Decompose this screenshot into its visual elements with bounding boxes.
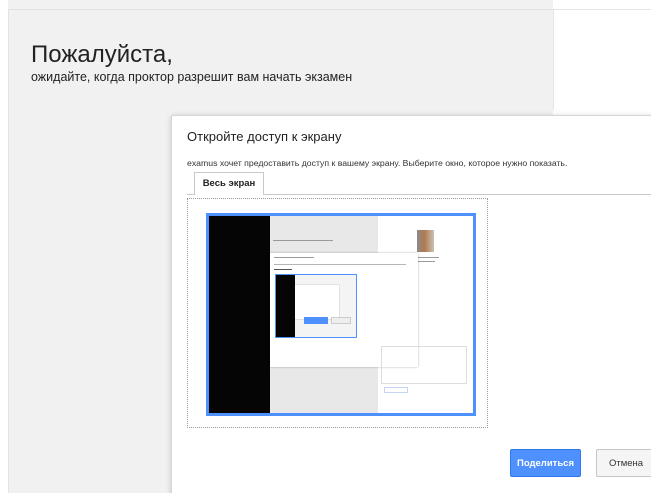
tab-entire-screen[interactable]: Весь экран <box>194 172 264 195</box>
thumbnail-dialog-title-line <box>274 257 314 258</box>
left-border <box>8 9 9 493</box>
thumbnail-text-line <box>273 240 333 241</box>
thumbnail-black-area <box>209 216 270 413</box>
share-button[interactable]: Поделиться <box>510 449 581 477</box>
screen: Пожалуйста, ожидайте, когда проктор разр… <box>0 0 651 493</box>
thumbnail-nested-preview <box>275 274 357 338</box>
page-subtitle: ожидайте, когда проктор разрешит вам нач… <box>31 70 353 84</box>
panel-divider <box>553 10 554 110</box>
thumbnail-box <box>381 346 467 384</box>
thumbnail-cancel-button <box>331 317 351 324</box>
page-title: Пожалуйста, <box>31 41 173 68</box>
top-border <box>8 9 651 10</box>
thumbnail-link <box>384 387 408 393</box>
nested-black-area <box>276 275 295 337</box>
screen-thumbnail[interactable] <box>206 213 476 416</box>
dialog-description: examus хочет предоставить доступ к вашем… <box>187 158 568 168</box>
nested-dialog <box>295 285 339 319</box>
cancel-button[interactable]: Отмена <box>596 449 651 477</box>
thumbnail-dialog-tab-line <box>274 269 292 270</box>
dialog-title: Откройте доступ к экрану <box>187 129 342 144</box>
thumbnail-dialog-desc-line <box>274 264 406 265</box>
screen-picker-panel <box>187 198 488 428</box>
thumbnail-share-button <box>304 317 328 324</box>
screen-share-dialog: Откройте доступ к экрану examus хочет пр… <box>171 115 651 493</box>
thumbnail-photo <box>417 230 434 252</box>
